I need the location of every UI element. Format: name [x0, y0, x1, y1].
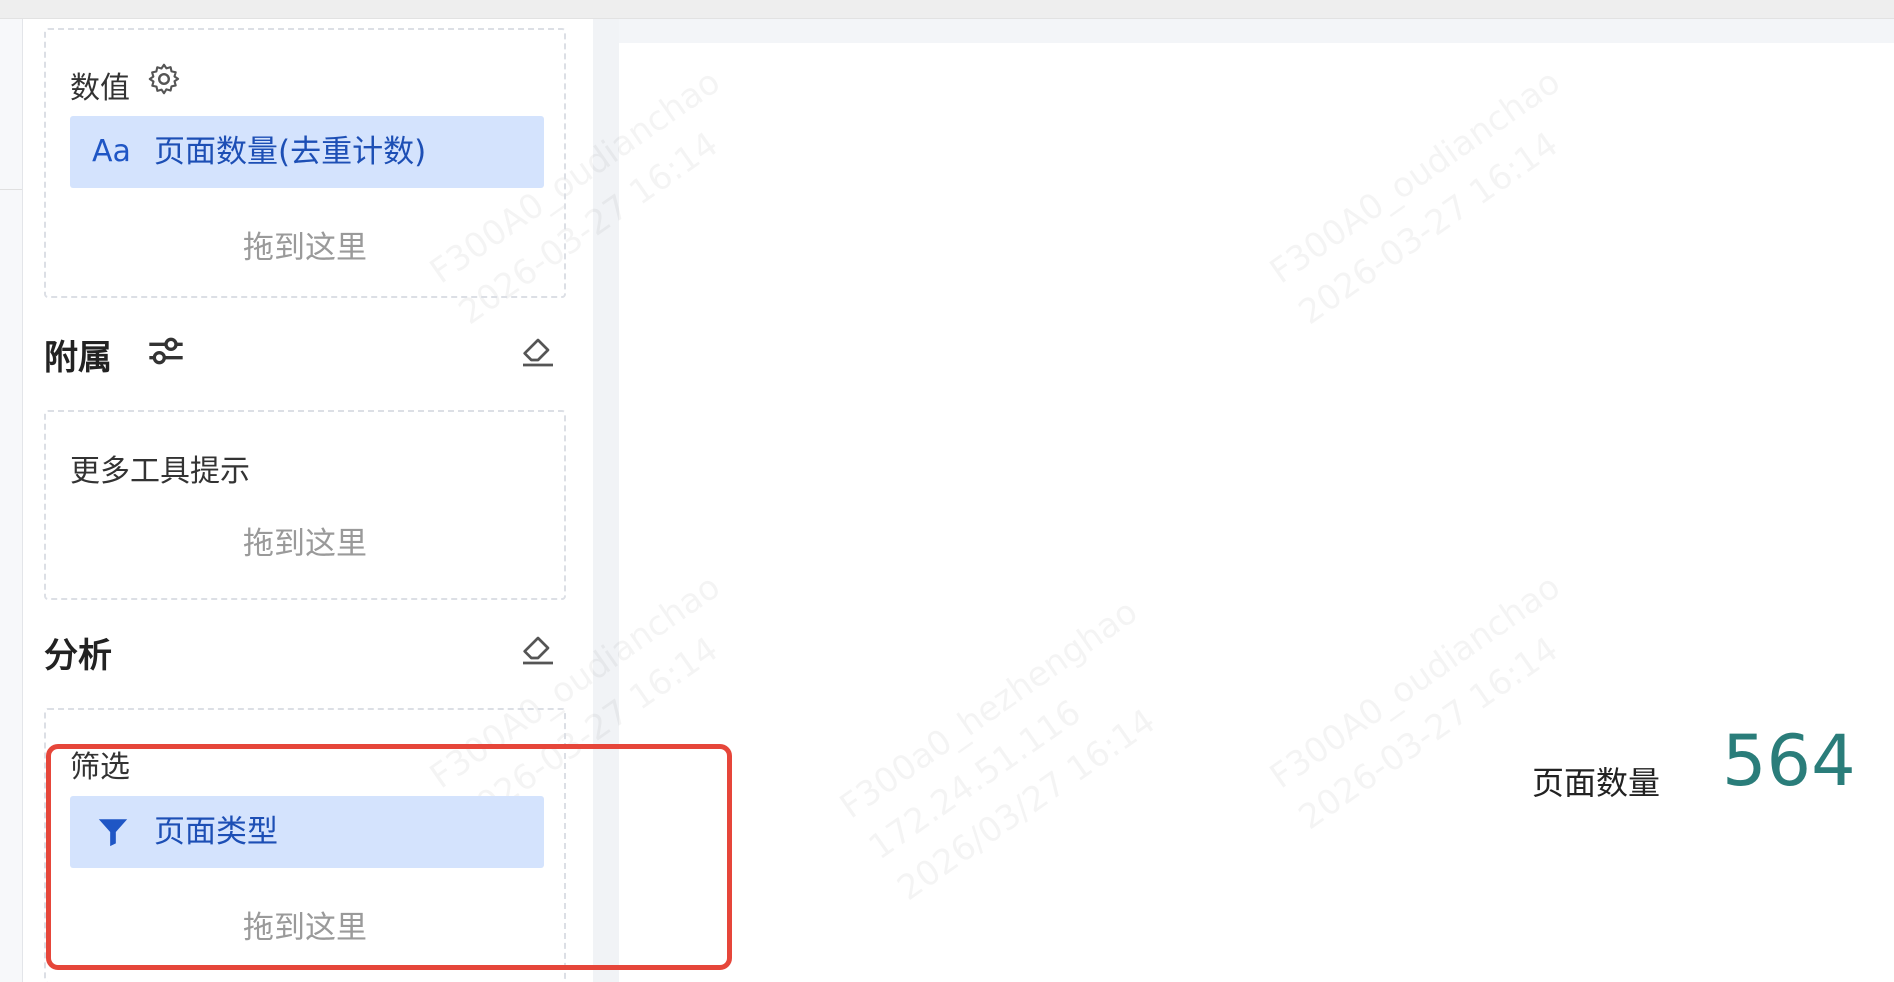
value-field-label: 页面数量(去重计数) — [154, 134, 427, 170]
value-field-chip[interactable]: Aa 页面数量(去重计数) — [70, 116, 544, 188]
kpi-value: 564 — [1722, 720, 1856, 802]
tooltip-drop-hint: 拖到这里 — [243, 526, 367, 562]
tooltip-dropzone[interactable]: 更多工具提示 拖到这里 — [44, 410, 566, 600]
values-drop-hint: 拖到这里 — [243, 230, 367, 266]
top-bar — [0, 0, 1894, 19]
eraser-icon[interactable] — [518, 330, 558, 370]
adjust-settings-icon[interactable] — [146, 333, 186, 369]
chart-canvas — [619, 43, 1894, 982]
values-dropzone[interactable]: 数值 Aa 页面数量(去重计数) 拖到这里 — [44, 28, 566, 298]
gear-icon[interactable] — [146, 61, 182, 97]
kpi-label: 页面数量 — [1532, 764, 1661, 802]
strip-divider — [0, 189, 22, 190]
attached-section-title: 附属 — [44, 338, 112, 378]
eraser-icon[interactable] — [518, 628, 558, 668]
text-type-icon: Aa — [92, 134, 131, 169]
analysis-section-title: 分析 — [44, 636, 112, 676]
highlight-box — [46, 744, 732, 970]
more-tooltip-label: 更多工具提示 — [70, 454, 250, 489]
values-label: 数值 — [70, 71, 130, 106]
left-collapsed-strip — [0, 19, 23, 982]
